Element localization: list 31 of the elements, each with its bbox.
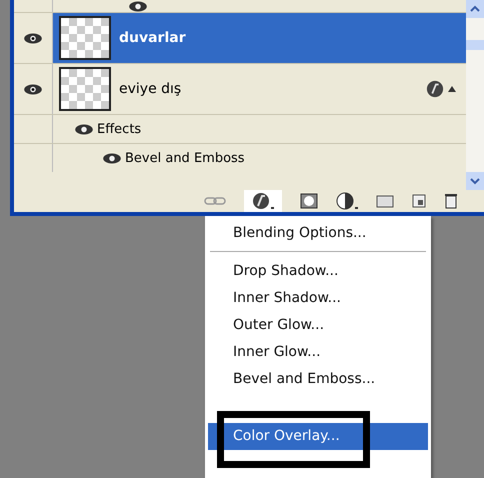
scrollbar-thumb[interactable] bbox=[466, 40, 484, 50]
layer-row[interactable]: eviye dış bbox=[14, 64, 466, 115]
mask-icon[interactable] bbox=[300, 193, 318, 209]
layer-name: eviye dış bbox=[119, 81, 182, 97]
layer-row[interactable]: duvarlar bbox=[14, 13, 466, 64]
menu-item[interactable]: Blending Options... bbox=[208, 220, 428, 247]
new-layer-icon[interactable] bbox=[412, 194, 426, 208]
layer-name: duvarlar bbox=[119, 30, 187, 46]
effects-label: Effects bbox=[97, 122, 142, 136]
expand-triangle-icon[interactable] bbox=[448, 86, 456, 92]
adjustment-layer-icon[interactable] bbox=[336, 192, 358, 210]
layer-style-button[interactable] bbox=[244, 190, 282, 212]
layer-thumbnail bbox=[59, 67, 111, 111]
eye-icon[interactable] bbox=[129, 1, 147, 12]
eye-icon[interactable] bbox=[24, 32, 42, 44]
trash-icon[interactable] bbox=[444, 193, 458, 209]
scrollbar[interactable] bbox=[466, 0, 484, 190]
menu-item[interactable]: Inner Glow... bbox=[208, 339, 428, 366]
menu-item[interactable]: Drop Shadow... bbox=[208, 258, 428, 285]
eye-icon[interactable] bbox=[75, 124, 93, 134]
menu-item[interactable]: Inner Shadow... bbox=[208, 285, 428, 312]
menu-item[interactable]: Color Overlay... bbox=[208, 423, 428, 450]
menu-item[interactable]: Outer Glow... bbox=[208, 312, 428, 339]
folder-icon[interactable] bbox=[376, 194, 394, 208]
menu-item[interactable]: Bevel and Emboss... bbox=[208, 366, 428, 393]
scroll-down-icon[interactable] bbox=[466, 172, 484, 190]
eye-icon[interactable] bbox=[103, 152, 121, 164]
layer-thumbnail bbox=[59, 16, 111, 60]
effect-name: Bevel and Emboss bbox=[125, 150, 245, 166]
eye-icon[interactable] bbox=[24, 84, 42, 94]
scroll-up-icon[interactable] bbox=[466, 0, 484, 18]
